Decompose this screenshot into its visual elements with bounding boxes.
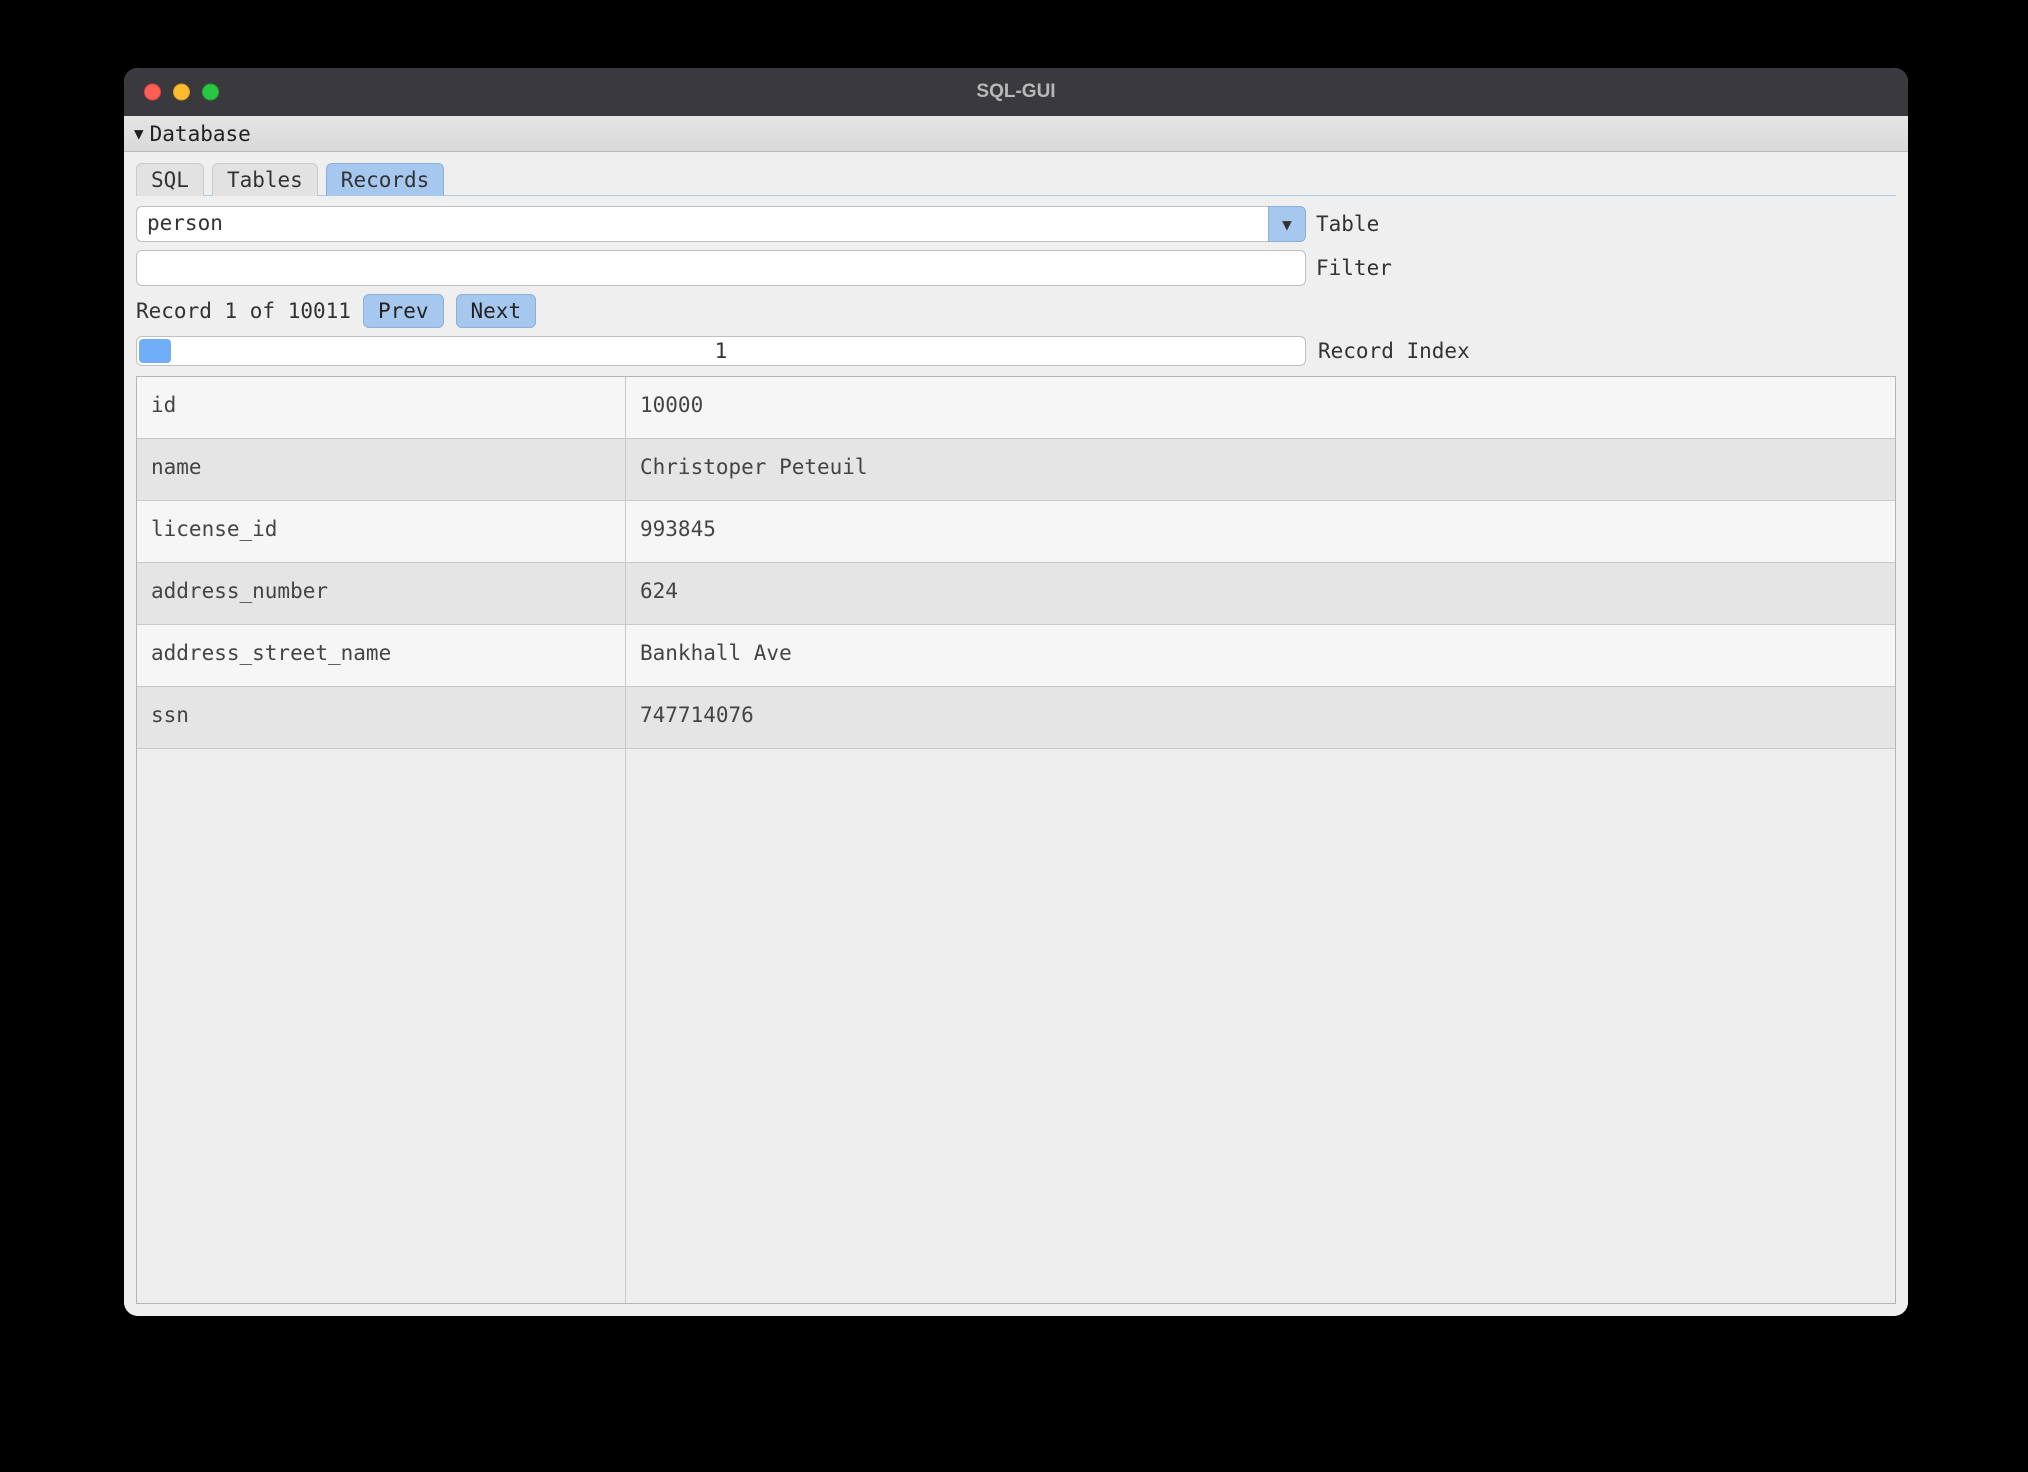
app-window: SQL-GUI ▼ Database SQL Tables Records pe… [124,68,1908,1316]
tabbar: SQL Tables Records [136,162,1896,196]
field-key: address_number [137,563,626,624]
tab-tables[interactable]: Tables [212,163,318,196]
table-row: address_street_name Bankhall Ave [137,625,1895,687]
record-index-slider[interactable]: 1 [136,336,1306,366]
table-select-value[interactable]: person [136,206,1268,242]
next-button[interactable]: Next [456,294,537,328]
tab-records[interactable]: Records [326,163,445,196]
table-row: id 10000 [137,377,1895,439]
field-key: ssn [137,687,626,748]
filter-label: Filter [1316,256,1392,280]
field-value: Christoper Peteuil [626,439,1895,500]
field-key: license_id [137,501,626,562]
table-row: name Christoper Peteuil [137,439,1895,501]
field-value: 10000 [626,377,1895,438]
field-key: address_street_name [137,625,626,686]
table-select[interactable]: person ▼ [136,206,1306,242]
menubar: ▼ Database [124,116,1908,152]
field-value: Bankhall Ave [626,625,1895,686]
field-value: 993845 [626,501,1895,562]
traffic-lights [144,84,219,101]
table-select-label: Table [1316,212,1379,236]
window-maximize-button[interactable] [202,84,219,101]
grid-empty-val-col [626,749,1895,1303]
table-row: address_number 624 [137,563,1895,625]
record-index-label: Record Index [1318,339,1470,363]
menu-database[interactable]: Database [150,122,251,146]
field-key: id [137,377,626,438]
chevron-down-icon: ▼ [1282,215,1292,234]
window-minimize-button[interactable] [173,84,190,101]
titlebar: SQL-GUI [124,68,1908,116]
table-row: license_id 993845 [137,501,1895,563]
app-body: SQL Tables Records person ▼ Table F [124,152,1908,1316]
filter-input[interactable] [136,250,1306,286]
grid-empty-key-col [137,749,626,1303]
grid-empty-area [137,749,1895,1303]
slider-value: 1 [137,337,1305,365]
prev-button[interactable]: Prev [363,294,444,328]
table-row: ssn 747714076 [137,687,1895,749]
window-title: SQL-GUI [124,81,1908,103]
window-close-button[interactable] [144,84,161,101]
field-key: name [137,439,626,500]
tab-sql[interactable]: SQL [136,163,204,196]
record-grid: id 10000 name Christoper Peteuil license… [136,376,1896,1304]
field-value: 747714076 [626,687,1895,748]
record-status: Record 1 of 10011 [136,299,351,323]
field-value: 624 [626,563,1895,624]
table-select-dropdown-button[interactable]: ▼ [1268,206,1306,242]
menu-dropdown-icon[interactable]: ▼ [134,124,144,143]
